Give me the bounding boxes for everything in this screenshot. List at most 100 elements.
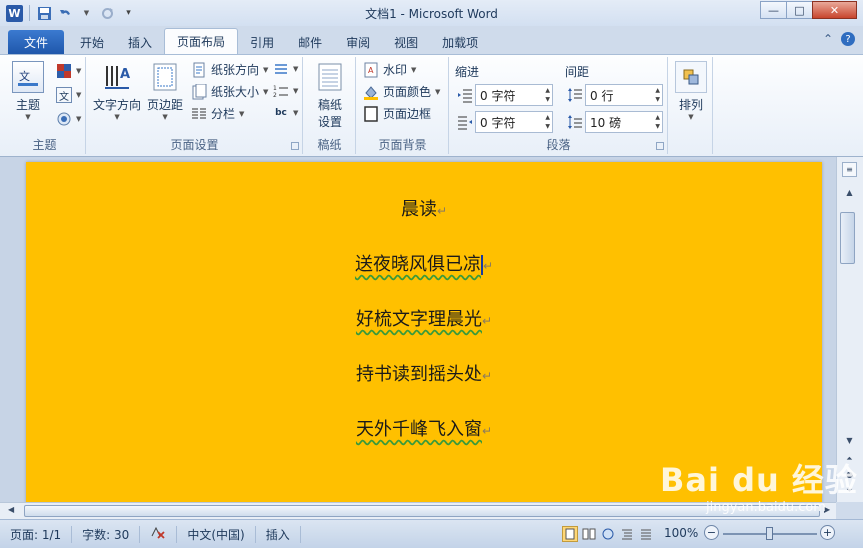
page-borders-button[interactable]: 页面边框	[363, 105, 431, 122]
group-label-background: 页面背景	[378, 138, 427, 152]
tab-page-layout[interactable]: 页面布局	[164, 28, 239, 54]
text-direction-label: 文字方向	[93, 98, 142, 112]
group-themes: 文 主题 ▼ ▼ 文 ▼ ▼ 主题	[4, 57, 86, 154]
close-button[interactable]: ✕	[812, 1, 857, 19]
text-direction-button[interactable]: A 文字方向 ▼	[93, 61, 141, 121]
doc-line-4[interactable]: 天外千峰飞入窗↵	[26, 415, 822, 441]
tab-insert[interactable]: 插入	[116, 30, 164, 54]
tab-review[interactable]: 审阅	[334, 30, 382, 54]
zoom-out-icon[interactable]: −	[704, 525, 719, 540]
page-setup-launcher-icon[interactable]	[291, 142, 299, 150]
tab-addins[interactable]: 加载项	[430, 30, 490, 54]
doc-line-3[interactable]: 持书读到摇头处↵	[26, 360, 822, 386]
full-screen-reading-icon[interactable]	[581, 526, 597, 542]
theme-colors-button[interactable]: ▼	[56, 63, 81, 79]
line-numbers-button[interactable]: 1 2 ▼	[273, 83, 298, 99]
indent-left-spinner[interactable]: ▲ ▼	[545, 86, 550, 104]
tab-view[interactable]: 视图	[382, 30, 430, 54]
tab-home[interactable]: 开始	[68, 30, 116, 54]
document-page[interactable]: 晨读↵ 送夜晓风俱已凉 ↵ 好梳文字理晨光↵ 持书读到摇头处↵ 天外千峰飞入窗↵	[26, 162, 822, 502]
spacing-before-spinner[interactable]: ▲ ▼	[655, 86, 660, 104]
status-page[interactable]: 页面: 1/1	[0, 525, 73, 543]
minimize-ribbon-icon[interactable]: ⌃	[823, 32, 833, 46]
doc-line-text: 送夜晓风俱已凉	[354, 254, 481, 275]
page-color-button[interactable]: 页面颜色 ▼	[363, 83, 440, 100]
web-layout-icon[interactable]	[600, 526, 616, 542]
doc-line-2[interactable]: 好梳文字理晨光↵	[26, 305, 822, 331]
group-label-page-setup: 页面设置	[170, 138, 219, 152]
zoom-in-icon[interactable]: +	[820, 525, 835, 540]
tab-mailings[interactable]: 邮件	[286, 30, 334, 54]
indent-right-input[interactable]: 0 字符 ▲ ▼	[475, 111, 553, 133]
zoom-slider-thumb[interactable]	[766, 527, 773, 540]
margins-button[interactable]: 页边距 ▼	[147, 61, 183, 121]
draft-view-icon[interactable]	[638, 526, 654, 542]
status-language[interactable]: 中文(中国)	[177, 525, 256, 543]
help-icon[interactable]: ?	[841, 32, 855, 46]
page-color-label: 页面颜色	[383, 85, 432, 99]
redo-icon[interactable]	[99, 5, 116, 22]
size-label: 纸张大小	[211, 85, 260, 99]
draft-paper-button[interactable]: 稿纸 设置	[314, 61, 346, 130]
vertical-scroll-thumb[interactable]	[840, 212, 855, 264]
word-app-icon[interactable]: W	[6, 4, 23, 22]
proofing-status[interactable]	[140, 525, 178, 543]
breaks-button[interactable]: ▼	[273, 61, 298, 77]
next-page-icon[interactable]: ⏷	[842, 483, 857, 498]
watermark-button[interactable]: A 水印 ▼	[363, 61, 416, 78]
previous-page-icon[interactable]: ⏶	[842, 451, 857, 466]
minimize-button[interactable]: —	[760, 1, 787, 19]
group-paragraph: 缩进 间距 0 字符 ▲ ▼ 0 字符 ▲ ▼ 0 行 ▲ ▼ 10 磅 ▲ ▼ 段落	[450, 57, 668, 154]
scroll-right-icon[interactable]: ▶	[824, 505, 830, 514]
spacing-after-icon	[567, 114, 583, 130]
theme-effects-button[interactable]: ▼	[56, 111, 81, 127]
paragraph-launcher-icon[interactable]	[656, 142, 664, 150]
maximize-button[interactable]: □	[786, 1, 813, 19]
size-button[interactable]: 纸张大小 ▼	[191, 83, 268, 100]
outline-view-icon[interactable]	[619, 526, 635, 542]
themes-button[interactable]: 文 主题 ▼	[12, 61, 44, 121]
columns-button[interactable]: 分栏 ▼	[191, 105, 244, 122]
undo-dropdown-icon[interactable]: ▼	[78, 5, 95, 22]
indent-left-input[interactable]: 0 字符 ▲ ▼	[475, 84, 553, 106]
scroll-down-icon[interactable]: ▼	[842, 433, 857, 448]
tab-file[interactable]: 文件	[8, 30, 65, 54]
spacing-label: 间距	[565, 65, 590, 79]
doc-line-1[interactable]: 送夜晓风俱已凉 ↵	[26, 250, 822, 276]
zoom-level[interactable]: 100%	[664, 526, 698, 540]
proofing-icon	[150, 526, 166, 543]
ruler-toggle-icon[interactable]: ≡	[842, 162, 857, 177]
spacing-after-input[interactable]: 10 磅 ▲ ▼	[585, 111, 663, 133]
document-area[interactable]: 晨读↵ 送夜晓风俱已凉 ↵ 好梳文字理晨光↵ 持书读到摇头处↵ 天外千峰飞入窗↵	[0, 157, 836, 502]
theme-fonts-button[interactable]: 文 ▼	[56, 87, 81, 103]
status-words[interactable]: 字数: 30	[72, 525, 141, 543]
orientation-icon	[191, 62, 207, 78]
arrange-label: 排列	[678, 98, 703, 112]
indent-label: 缩进	[455, 65, 480, 79]
save-icon[interactable]	[36, 5, 53, 22]
customize-qat-icon[interactable]: ▾	[120, 5, 137, 22]
orientation-button[interactable]: 纸张方向 ▼	[191, 61, 268, 78]
doc-line-text: 好梳文字理晨光	[355, 309, 482, 330]
vertical-scrollbar[interactable]: ≡ ▲ ▼ ⏶ ● ⏷	[836, 157, 863, 502]
page-borders-icon	[363, 105, 379, 122]
draft-paper-label-2: 设置	[317, 115, 342, 129]
browse-object-icon[interactable]: ●	[842, 467, 857, 482]
undo-icon[interactable]	[57, 5, 74, 22]
scroll-up-icon[interactable]: ▲	[842, 185, 857, 200]
spacing-before-input[interactable]: 0 行 ▲ ▼	[585, 84, 663, 106]
status-mode-text: 插入	[265, 527, 290, 542]
spacing-after-spinner[interactable]: ▲ ▼	[655, 113, 660, 131]
status-mode[interactable]: 插入	[256, 525, 301, 543]
scroll-left-icon[interactable]: ◀	[8, 505, 14, 514]
arrange-button[interactable]: 排列 ▼	[675, 61, 707, 121]
horizontal-scroll-thumb[interactable]	[24, 505, 820, 517]
hyphenation-button[interactable]: bc ▼	[273, 105, 298, 121]
svg-text:2: 2	[273, 92, 277, 99]
tab-references[interactable]: 引用	[238, 30, 286, 54]
horizontal-scrollbar[interactable]: ◀ ▶	[0, 502, 836, 519]
doc-line-title[interactable]: 晨读↵	[26, 195, 822, 221]
title-bar: W ▼ ▾ 文档1 - Microsoft Word — □ ✕	[0, 0, 863, 26]
indent-right-spinner[interactable]: ▲ ▼	[545, 113, 550, 131]
print-layout-view-icon[interactable]	[562, 526, 578, 542]
